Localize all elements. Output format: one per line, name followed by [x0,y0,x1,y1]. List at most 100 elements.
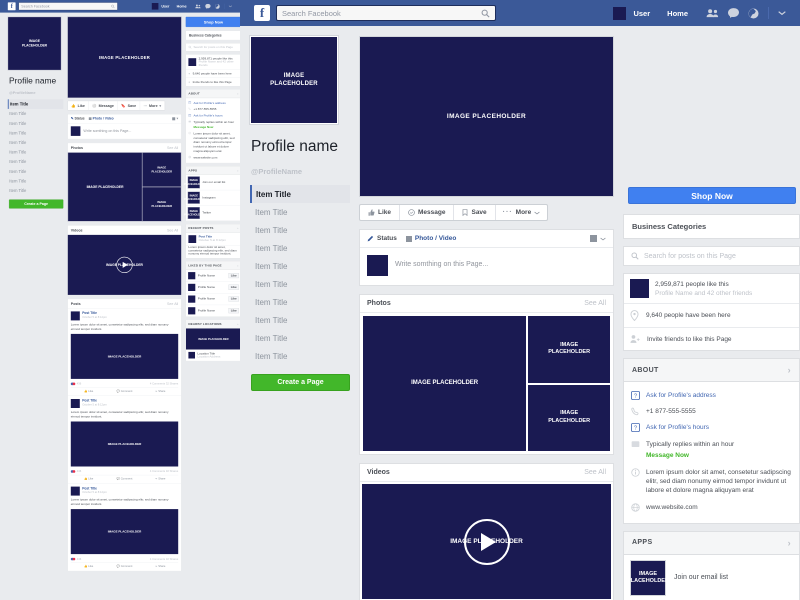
about-row-3[interactable]: Typically replies within an hour Message … [631,436,792,464]
app-row-0[interactable]: IMAGE PLACEHOLDER Join our email list [184,175,241,191]
search-input[interactable]: Search Facebook [276,5,496,21]
chevron-right-icon[interactable]: › [237,169,238,172]
sidebar-item-7[interactable]: Item Title [8,167,64,177]
user-avatar[interactable] [151,3,159,10]
post-reactions[interactable]: 436 [70,382,81,385]
post-comment-button[interactable]: 💬 Comment [107,565,143,568]
topnav-user-label[interactable]: User [633,9,650,18]
chevron-right-icon[interactable]: › [788,538,791,548]
post-comment-button[interactable]: 💬 Comment [107,389,143,392]
message-now-link[interactable]: Message Now [194,125,235,129]
sidebar-item-0[interactable]: Item Title [250,185,350,203]
chevron-down-icon[interactable] [228,5,233,8]
more-button[interactable]: ··· More [496,205,548,220]
chevron-down-icon[interactable]: ▾ [177,117,179,121]
post-comment-button[interactable]: 💬 Comment [107,477,143,480]
save-button[interactable]: 🔖 Save [118,101,140,111]
sidebar-item-8[interactable]: Item Title [250,329,350,347]
about-row-text[interactable]: Ask for Profile's hours [194,114,223,118]
audience-icon[interactable] [172,117,176,121]
about-row-5[interactable]: www.website.com [188,155,238,161]
topnav-user-label[interactable]: User [161,4,169,8]
about-row-2[interactable]: ? Ask for Profile's hours [631,420,792,436]
save-button[interactable]: Save [454,205,496,220]
sidebar-item-9[interactable]: Item Title [250,347,350,365]
nearby-map[interactable]: IMAGE PLACEHOLDER [186,328,241,350]
messages-icon[interactable] [728,8,739,18]
photo-small[interactable]: IMAGE PLACEHOLDER [142,186,182,222]
videos-see-all[interactable]: See All [584,469,606,476]
friend-requests-icon[interactable] [195,4,201,9]
like-page-button[interactable]: Like [228,296,239,302]
sidebar-item-1[interactable]: Item Title [250,203,350,221]
chevron-right-icon[interactable]: › [237,227,238,230]
like-button[interactable]: 👍 Like [68,101,89,111]
shop-now-button[interactable]: Shop Now [185,16,241,28]
app-row-2[interactable]: IMAGE PLACEHOLDER Twitter [184,205,241,221]
nearby-location-row[interactable]: Location Title Location Address [186,349,240,360]
message-button[interactable]: Message [400,205,455,220]
photos-see-all[interactable]: See All [167,146,178,150]
sidebar-item-4[interactable]: Item Title [8,138,64,148]
shop-now-button[interactable]: Shop Now [628,187,796,204]
composer-input[interactable]: Write somthing on this Page... [83,126,131,133]
photos-see-all[interactable]: See All [584,300,606,307]
liked-page-row[interactable]: Profile Name Like [186,270,241,282]
about-row-text[interactable]: Ask for Profile's address [646,391,716,400]
sidebar-item-2[interactable]: Item Title [250,221,350,239]
photo-small[interactable]: IMAGE PLACEHOLDER [527,315,611,384]
cover-photo[interactable]: IMAGE PLACEHOLDER [359,36,614,197]
audience-icon[interactable] [590,235,597,242]
play-icon[interactable] [463,518,510,565]
profile-picture[interactable]: IMAGE PLACEHOLDER [7,16,62,71]
sidebar-item-2[interactable]: Item Title [8,119,64,129]
status-tab[interactable]: ✎ Status [71,117,85,121]
about-header[interactable]: ABOUT › [624,359,799,382]
play-icon[interactable] [116,256,133,273]
photo-large[interactable]: IMAGE PLACEHOLDER [362,315,528,452]
post-like-button[interactable]: 👍 Like [71,477,107,480]
post-author[interactable]: Post Title [82,399,107,403]
more-button[interactable]: ··· More ▾ [140,101,165,110]
post-share-button[interactable]: ↪ Share [142,477,178,480]
post-author[interactable]: Post Title [82,487,107,491]
sidebar-item-3[interactable]: Item Title [8,128,64,138]
liked-page-row[interactable]: Profile Name Like [186,305,240,316]
sidebar-item-6[interactable]: Item Title [8,157,64,167]
chevron-down-icon[interactable] [600,237,606,241]
notifications-icon[interactable] [215,3,220,9]
status-tab[interactable]: Status [367,235,397,242]
chevron-right-icon[interactable]: › [237,264,238,267]
message-now-link[interactable]: Message Now [646,451,734,460]
topnav-home-label[interactable]: Home [667,9,688,18]
photo-large[interactable]: IMAGE PLACEHOLDER [67,152,143,222]
notifications-icon[interactable] [748,7,759,19]
been-here-row[interactable]: 9,640 people have been here [624,304,799,328]
mini-topnav[interactable]: User Home [151,3,187,10]
about-row-5[interactable]: www.website.com [631,499,792,515]
page-posts-search-input[interactable]: Search for posts on this Page [623,246,800,266]
create-page-button[interactable]: Create a Page [9,199,64,209]
post-image[interactable]: IMAGE PLACEHOLDER [70,333,179,379]
recent-post-row[interactable]: Post Title October 5 at 8:12pm [186,233,241,246]
about-row-text[interactable]: Ask for Profile's address [194,101,226,105]
video-thumb[interactable]: IMAGE PLACEHOLDER [67,234,182,295]
friend-requests-icon[interactable] [706,8,719,18]
post-like-button[interactable]: 👍 Like [71,389,107,392]
videos-see-all[interactable]: See All [167,228,178,232]
page-search-input[interactable]: Search for posts on this Page [185,43,241,52]
apps-header[interactable]: APPS › [624,531,799,555]
sidebar-item-5[interactable]: Item Title [250,275,350,293]
post-comments-shares[interactable]: 4 Comments 32 Shares [150,382,178,385]
post-comments-shares[interactable]: 4 Comments 32 Shares [150,470,178,473]
sidebar-item-8[interactable]: Item Title [8,176,64,186]
photo-video-tab[interactable]: Photo / Video [88,117,114,120]
post-share-button[interactable]: ↪ Share [142,565,178,568]
likes-row[interactable]: 2,959,871 people like this Profile Name a… [186,55,241,70]
post-reactions[interactable]: 436 [70,557,81,560]
about-row-4[interactable]: Lorem ipsum dolor sit amet, consetetur s… [631,464,792,499]
like-button[interactable]: Like [360,205,401,220]
sidebar-item-3[interactable]: Item Title [250,239,350,257]
about-row-4[interactable]: Lorem ipsum dolor sit amet, consetetur s… [188,131,238,155]
user-avatar[interactable] [613,6,627,20]
